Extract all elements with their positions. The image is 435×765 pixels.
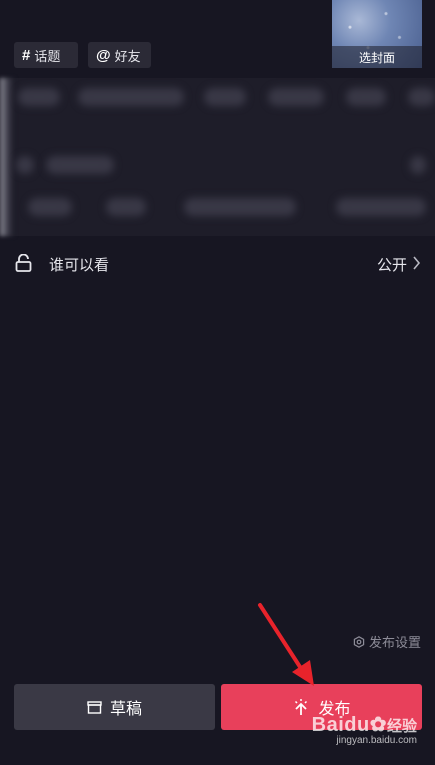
- save-draft-label: 草稿: [109, 701, 142, 718]
- visibility-setting-row[interactable]: 谁可以看 公开: [0, 246, 435, 280]
- blurred-pill: [16, 156, 34, 174]
- settings-icon: [353, 635, 365, 648]
- mention-friend-button[interactable]: @ 好友: [88, 42, 151, 68]
- annotation-arrow-icon: [258, 603, 314, 686]
- mention-friend-label: 好友: [114, 48, 141, 64]
- draft-box-icon: [87, 700, 102, 714]
- select-cover-label: 选封面: [332, 46, 422, 68]
- save-draft-button[interactable]: 草稿: [14, 684, 215, 730]
- publish-upload-icon: [295, 699, 308, 715]
- blurred-pill: [410, 156, 426, 174]
- blurred-pill: [184, 198, 296, 216]
- watermark-brand-suffix: 经验: [386, 718, 417, 735]
- blurred-edge: [0, 78, 14, 236]
- blurred-pill: [18, 88, 60, 106]
- publish-settings-link[interactable]: 发布设置: [353, 632, 421, 651]
- blurred-pill: [336, 198, 426, 216]
- topic-tag-label: 话题: [34, 48, 61, 64]
- watermark-logo: Baidu✿经验: [312, 712, 417, 737]
- blurred-pill: [204, 88, 246, 106]
- blurred-pill: [408, 88, 435, 106]
- blurred-pill: [268, 88, 324, 106]
- publish-settings-label: 发布设置: [368, 635, 421, 650]
- hash-icon: #: [22, 46, 31, 64]
- blurred-pill: [106, 198, 146, 216]
- visibility-label: 谁可以看: [49, 257, 110, 274]
- at-icon: @: [96, 46, 111, 64]
- blurred-pill: [346, 88, 386, 106]
- lock-icon: [15, 254, 32, 272]
- blurred-pill: [46, 156, 114, 174]
- blurred-pill: [28, 198, 72, 216]
- blurred-pill: [78, 88, 184, 106]
- paw-icon: ✿: [369, 714, 387, 736]
- topic-tag-button[interactable]: # 话题: [14, 42, 78, 68]
- watermark-brand: Baidu: [311, 714, 370, 736]
- select-cover-button[interactable]: 选封面: [332, 0, 422, 68]
- baidu-jingyan-watermark: Baidu✿经验 jingyan.baidu.com: [312, 712, 417, 746]
- visibility-value: 公开: [376, 257, 407, 274]
- chevron-right-icon: [413, 256, 421, 270]
